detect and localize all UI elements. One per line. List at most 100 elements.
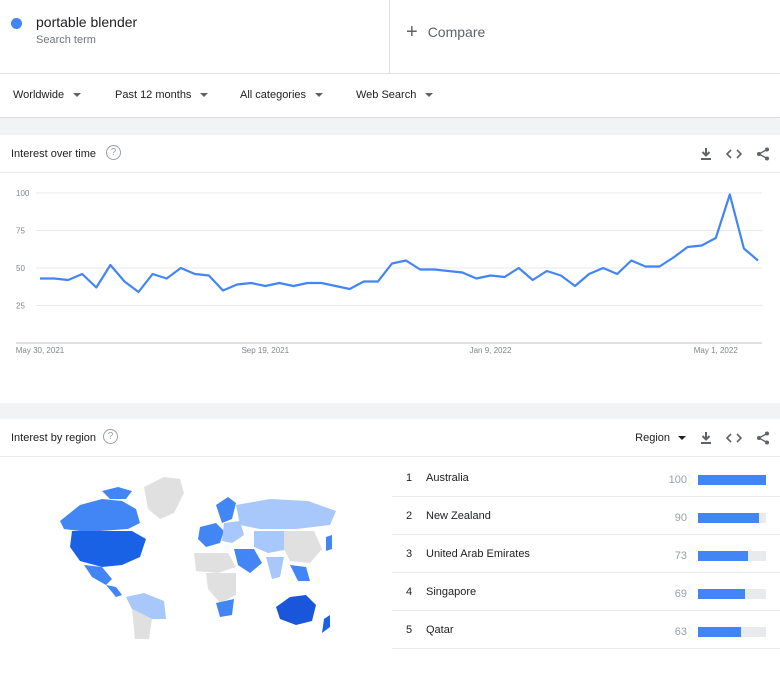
share-icon[interactable] [756,147,770,161]
region-bar-track [698,627,766,637]
interest-over-time-chart[interactable]: 100 75 50 25 May 30, 2021 Sep 19, 2021 Jan 9, … [0,173,780,403]
region-bar-track [698,551,766,561]
region-resolution-label: Region [635,432,670,444]
region-rank: 2 [406,510,413,522]
region-rank: 5 [406,624,413,636]
region-row[interactable]: 3 United Arab Emirates 73 [392,535,780,573]
embed-icon[interactable] [726,148,742,160]
term-color-dot [11,18,22,29]
region-row[interactable]: 2 New Zealand 90 [392,497,780,535]
region-bar-fill [698,551,748,561]
time-range-filter[interactable]: Past 12 months [115,89,209,101]
help-icon[interactable]: ? [103,429,118,444]
y-tick-label: 25 [16,302,25,311]
map-region-mexico [84,565,112,585]
map-region-canada-islands [102,487,132,499]
map-region-south-america-north [126,593,166,619]
search-bar: portable blender Search term + Compare [0,0,780,74]
search-term-card[interactable]: portable blender Search term [0,0,390,74]
interest-by-region-card: Interest by region ? Region 1 Australia … [0,419,780,692]
map-region-greenland [144,477,184,519]
region-name[interactable]: United Arab Emirates [426,548,530,560]
interest-over-time-card: Interest over time ? 100 75 50 25 May 30, 20… [0,135,780,403]
interest-by-region-title: Interest by region [11,432,96,444]
location-filter[interactable]: Worldwide [13,89,82,101]
region-rank: 3 [406,548,413,560]
world-map[interactable] [40,469,340,639]
caret-down-icon [425,93,434,97]
help-icon[interactable]: ? [106,145,121,160]
x-tick-label: Sep 19, 2021 [241,346,289,355]
region-bar-track [698,475,766,485]
property-filter-label: Web Search [356,89,417,101]
region-name[interactable]: New Zealand [426,510,491,522]
map-region-south-africa [216,599,234,617]
section-gap [0,119,780,135]
region-value: 90 [674,512,687,524]
region-row[interactable]: 4 Singapore 69 [392,573,780,611]
map-region-new-zealand [322,615,330,633]
region-row[interactable]: 5 Qatar 63 [392,611,780,649]
caret-down-icon [200,93,209,97]
map-region-central-america [106,585,122,597]
interest-over-time-title: Interest over time [11,148,96,160]
category-filter-label: All categories [240,89,307,101]
region-bar-fill [698,589,745,599]
plus-icon: + [406,21,418,43]
interest-over-time-header: Interest over time ? [0,135,780,173]
series-line [40,193,759,294]
region-value: 69 [674,588,687,600]
region-name[interactable]: Qatar [426,624,454,636]
map-region-india [266,557,284,579]
region-value: 63 [674,626,687,638]
region-bar-track [698,589,766,599]
map-region-southeast-asia [290,565,310,581]
caret-down-icon [678,436,686,440]
map-region-central-africa [206,573,236,603]
region-bar-fill [698,627,741,637]
map-region-north-america-north [60,499,140,531]
region-name[interactable]: Singapore [426,586,476,598]
map-region-north-africa [194,553,236,573]
compare-label: Compare [427,24,486,40]
region-rank: 1 [406,472,413,484]
map-region-scandinavia [216,497,236,523]
region-rank: 4 [406,586,413,598]
y-tick-label: 100 [16,189,30,198]
map-region-russia [236,499,336,529]
y-tick-label: 50 [16,264,25,273]
location-filter-label: Worldwide [13,89,65,101]
interest-over-time-actions [686,145,770,163]
y-tick-label: 75 [16,227,25,236]
category-filter[interactable]: All categories [240,89,324,101]
share-icon[interactable] [756,431,770,445]
map-region-europe-west [198,523,224,547]
embed-icon[interactable] [726,432,742,444]
caret-down-icon [73,93,82,97]
region-value: 73 [674,550,687,562]
property-filter[interactable]: Web Search [356,89,434,101]
region-name[interactable]: Australia [426,472,469,484]
search-term-title[interactable]: portable blender [36,14,137,30]
map-region-china [284,531,322,563]
region-bar-track [698,513,766,523]
x-tick-label: May 30, 2021 [16,346,65,355]
x-tick-label: Jan 9, 2022 [470,346,512,355]
interest-by-region-actions: Region [635,429,770,447]
region-bar-fill [698,513,760,523]
map-region-middle-east [234,549,262,573]
interest-by-region-header: Interest by region ? Region [0,419,780,457]
download-icon[interactable] [700,431,712,445]
time-range-filter-label: Past 12 months [115,89,192,101]
x-tick-label: May 1, 2022 [694,346,739,355]
download-icon[interactable] [700,147,712,161]
compare-button[interactable]: + Compare [406,20,485,44]
region-value: 100 [668,474,687,486]
region-bar-fill [698,475,766,485]
region-row[interactable]: 1 Australia 100 [392,459,780,497]
search-term-type: Search term [36,34,96,46]
region-resolution-select[interactable]: Region [635,432,686,444]
map-region-japan [326,535,332,551]
map-region-usa [70,531,146,567]
caret-down-icon [315,93,324,97]
